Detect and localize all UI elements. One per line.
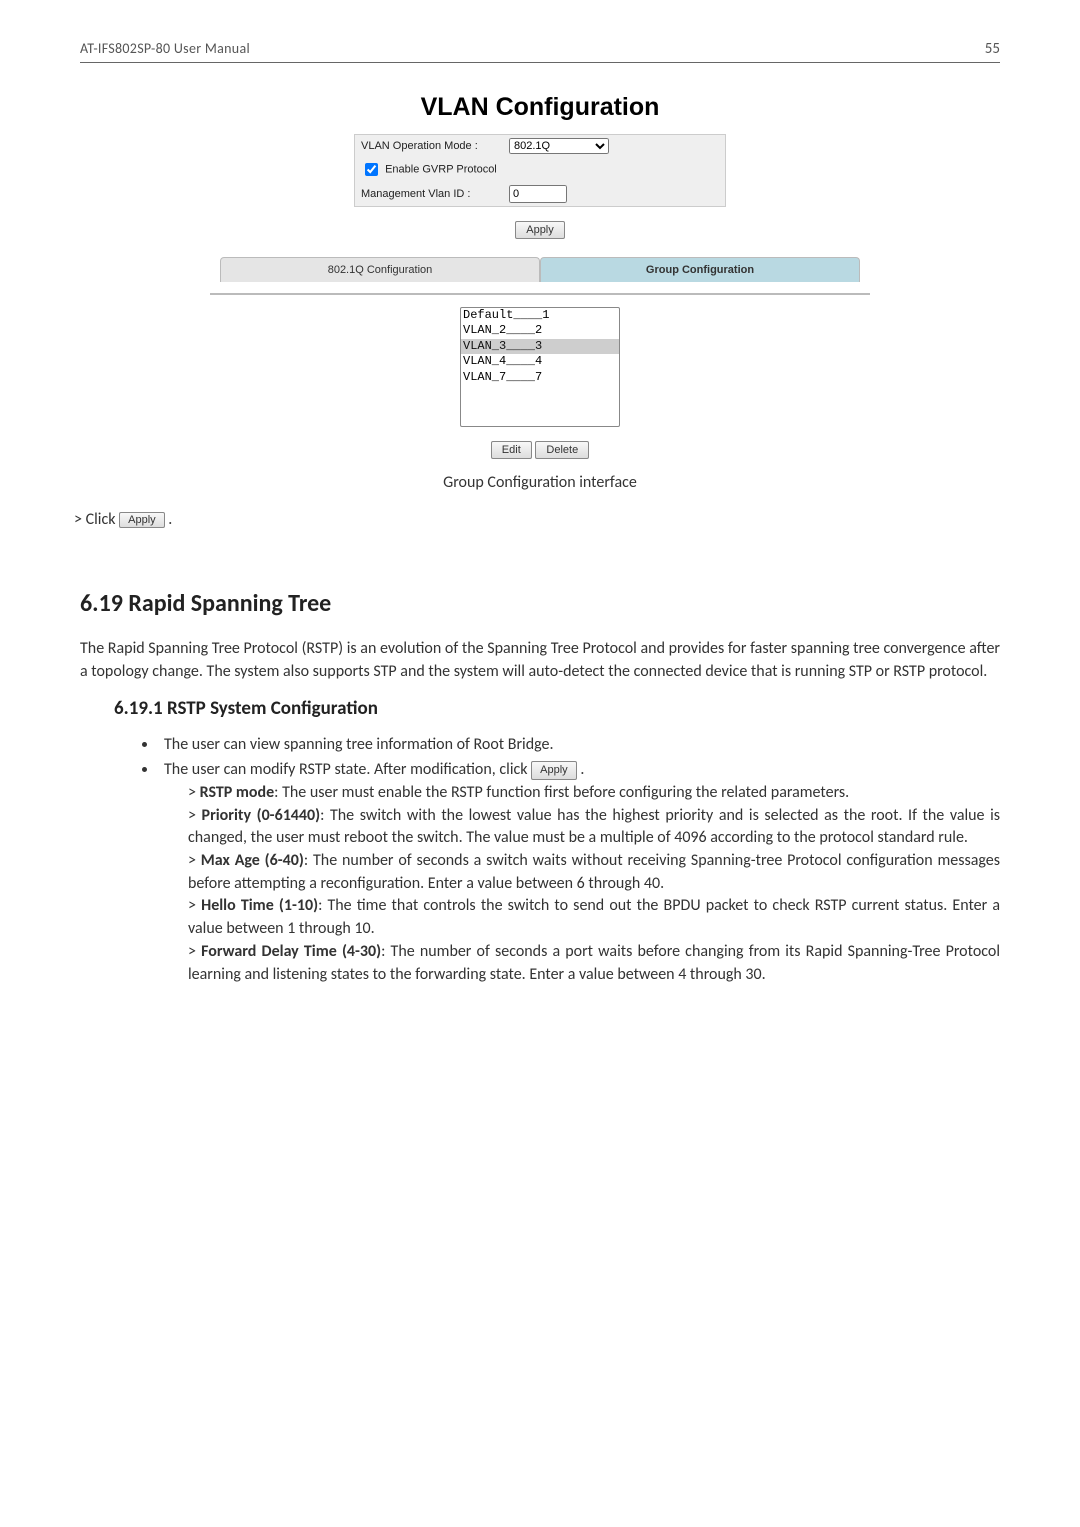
header-page-number: 55: [985, 40, 1000, 58]
edit-button[interactable]: Edit: [491, 441, 532, 459]
apply-button[interactable]: Apply: [515, 221, 565, 239]
operation-mode-select[interactable]: 802.1Q: [509, 138, 609, 154]
section-619-heading: 6.19 Rapid Spanning Tree: [80, 589, 1000, 618]
bullet-modify-rstp: The user can modify RSTP state. After mo…: [158, 759, 1000, 986]
vlan-config-panel: VLAN Operation Mode : 802.1Q Enable GVRP…: [354, 134, 726, 207]
inline-apply-button-2: Apply: [531, 761, 577, 781]
config-tabs: 802.1Q Configuration Group Configuration: [220, 257, 860, 282]
click-suffix: .: [168, 510, 172, 529]
sub-priority: > Priority (0-61440): The switch with th…: [188, 805, 1000, 850]
tab-group-config[interactable]: Group Configuration: [540, 257, 860, 282]
header-doc-title: AT-IFS802SP-80 User Manual: [80, 40, 250, 57]
tab-8021q-config[interactable]: 802.1Q Configuration: [220, 257, 540, 282]
screenshot-caption: Group Configuration interface: [80, 473, 1000, 492]
mgmt-vlan-label: Management Vlan ID :: [355, 182, 503, 206]
sub-max-age: > Max Age (6-40): The number of seconds …: [188, 850, 1000, 895]
enable-gvrp-label: Enable GVRP Protocol: [385, 163, 497, 175]
click-prefix: > Click: [74, 510, 116, 529]
enable-gvrp-checkbox[interactable]: [365, 163, 378, 176]
vlan-list[interactable]: Default____1 VLAN_2____2 VLAN_3____3 VLA…: [460, 307, 620, 427]
page-header: AT-IFS802SP-80 User Manual 55: [80, 40, 1000, 63]
click-apply-line: > Click Apply .: [74, 510, 1000, 529]
inline-apply-button: Apply: [119, 512, 165, 528]
sub-hello-time: > Hello Time (1-10): The time that contr…: [188, 895, 1000, 940]
rstp-bullets: The user can view spanning tree informat…: [140, 734, 1000, 986]
section-619-para: The Rapid Spanning Tree Protocol (RSTP) …: [80, 638, 1000, 683]
operation-mode-label: VLAN Operation Mode :: [355, 135, 503, 157]
section-6191-heading: 6.19.1 RSTP System Configuration: [114, 697, 1000, 720]
delete-button[interactable]: Delete: [535, 441, 589, 459]
mgmt-vlan-input[interactable]: [509, 185, 567, 203]
vlan-config-title: VLAN Configuration: [80, 93, 1000, 122]
tabs-underline: [210, 290, 870, 295]
sub-rstp-mode: > RSTP mode: The user must enable the RS…: [188, 782, 1000, 805]
sub-forward-delay: > Forward Delay Time (4-30): The number …: [188, 941, 1000, 986]
bullet-root-bridge: The user can view spanning tree informat…: [158, 734, 1000, 757]
